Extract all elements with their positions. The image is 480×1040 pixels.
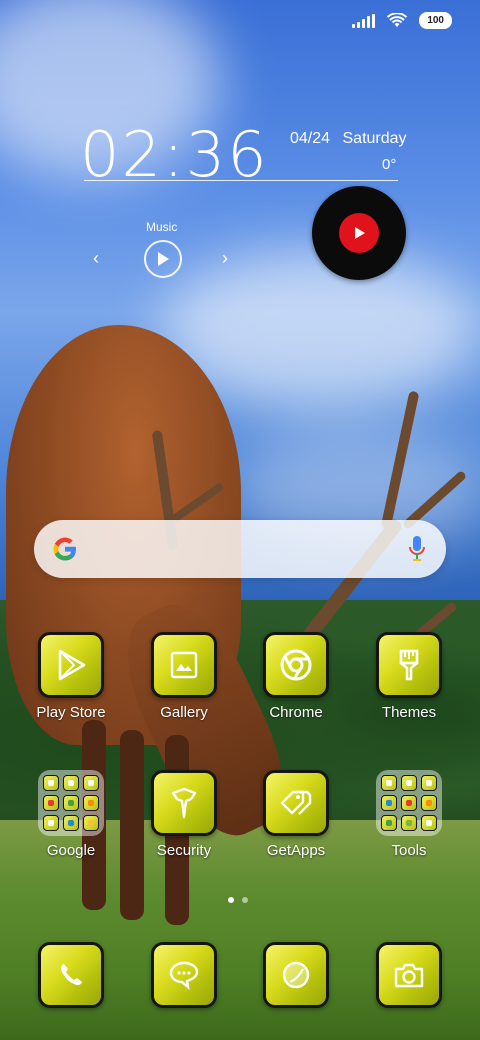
clock-divider [84,180,398,181]
app-getapps[interactable]: GetApps [246,770,346,859]
gallery-icon [151,632,217,698]
google-folder-icon [38,770,104,836]
date-text: 04/24 [290,130,331,147]
app-label: Google [46,842,96,859]
tools-folder-icon [376,770,442,836]
google-search-bar[interactable] [34,520,446,578]
music-next-button[interactable]: › [222,248,228,269]
music-play-button[interactable] [144,240,182,278]
themes-brush-icon [376,632,442,698]
app-play-store[interactable]: Play Store [21,632,121,721]
play-icon [158,252,169,266]
app-label: Gallery [160,704,208,721]
signal-icon [352,13,376,28]
app-chrome[interactable]: Chrome [246,632,346,721]
getapps-icon [263,770,329,836]
dock-browser[interactable] [246,942,346,1008]
clock-date[interactable]: 04/24 Saturday [290,130,407,148]
weather-temperature[interactable]: 0° [382,156,396,173]
app-label: Tools [391,842,427,859]
youtube-bubble[interactable] [312,186,406,280]
app-themes[interactable]: Themes [359,632,459,721]
page-dot [242,897,248,903]
google-logo-icon [53,537,76,561]
app-label: Chrome [269,704,323,721]
dock-phone[interactable] [21,942,121,1008]
voice-search-mic-icon[interactable] [408,534,426,564]
page-indicator [228,897,248,903]
security-icon [151,770,217,836]
weekday-text: Saturday [342,130,407,147]
wifi-icon [387,12,408,27]
status-bar: 100 [352,12,452,29]
youtube-icon [339,213,379,253]
chrome-icon [263,632,329,698]
music-previous-button[interactable]: ‹ [93,248,99,269]
app-security[interactable]: Security [134,770,234,859]
play-store-icon [38,632,104,698]
camera-icon [376,942,442,1008]
app-label: Play Store [36,704,106,721]
dock-camera[interactable] [359,942,459,1008]
folder-tools[interactable]: Tools [359,770,459,859]
dock-messaging[interactable] [134,942,234,1008]
browser-icon [263,942,329,1008]
app-label: Security [156,842,212,859]
messaging-icon [151,942,217,1008]
app-label: GetApps [266,842,326,859]
folder-google[interactable]: Google [21,770,121,859]
app-label: Themes [381,704,437,721]
music-widget-label: Music [146,220,178,234]
battery-indicator: 100 [419,12,452,29]
page-dot-active [228,897,234,903]
app-gallery[interactable]: Gallery [134,632,234,721]
phone-icon [38,942,104,1008]
